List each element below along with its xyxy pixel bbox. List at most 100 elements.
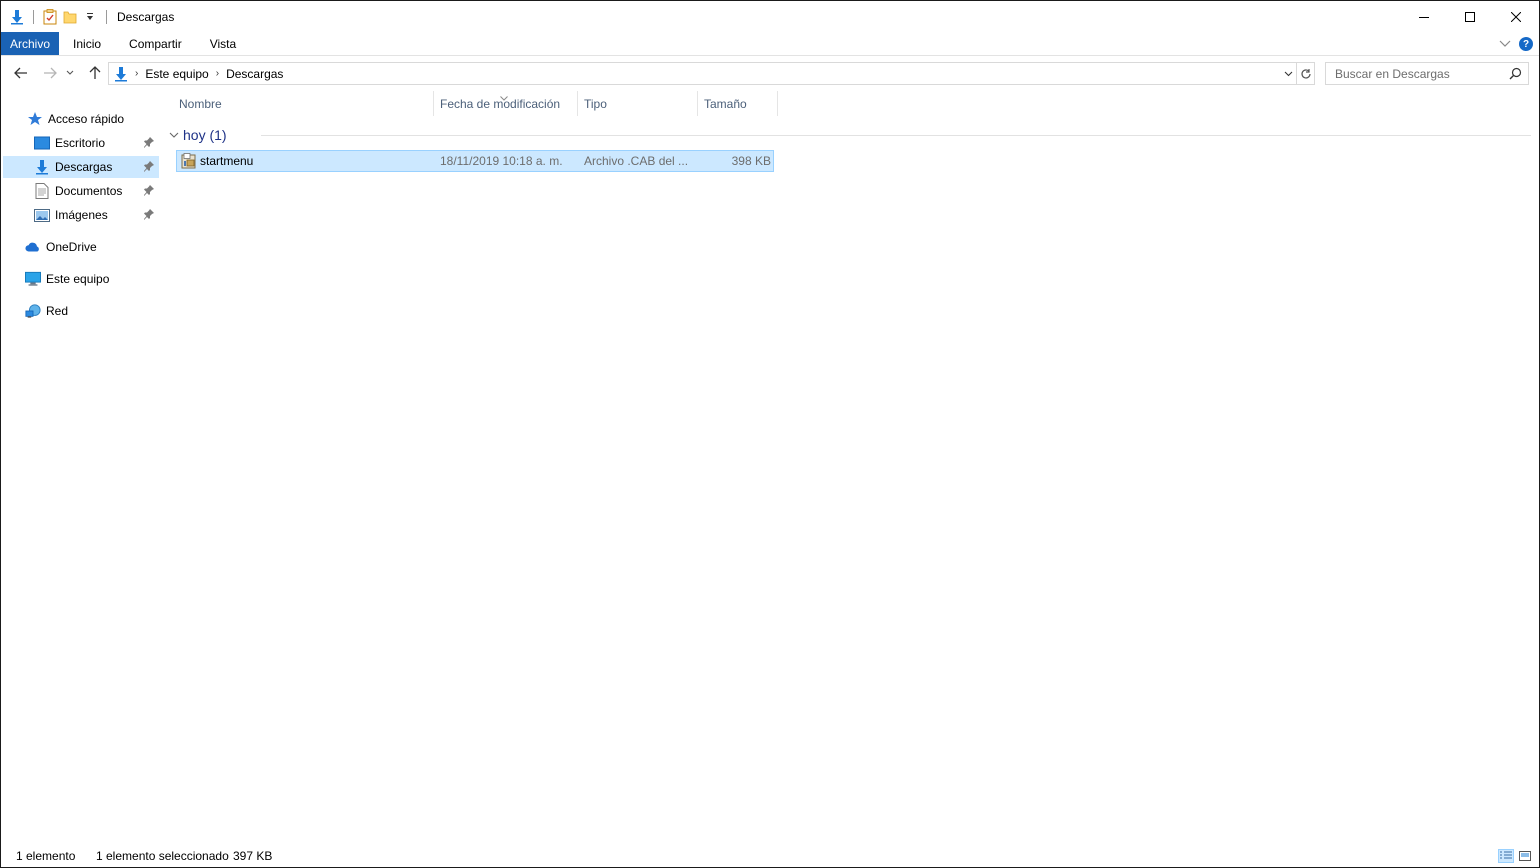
tab-archivo[interactable]: Archivo bbox=[1, 32, 60, 55]
breadcrumb-separator[interactable]: › bbox=[212, 68, 223, 79]
ribbon-right-controls: ? bbox=[1499, 32, 1533, 56]
properties-icon[interactable] bbox=[40, 6, 60, 28]
close-icon bbox=[1511, 11, 1521, 22]
details-view-button[interactable] bbox=[1498, 849, 1514, 863]
maximize-icon bbox=[1465, 11, 1475, 22]
explorer-window: Descargas Archivo Inicio Compartir Vista… bbox=[0, 0, 1540, 868]
quick-access-toolbar: Descargas bbox=[1, 1, 174, 32]
document-icon bbox=[34, 183, 50, 199]
cloud-icon bbox=[25, 239, 41, 255]
window-title: Descargas bbox=[117, 9, 175, 24]
title-bar: Descargas bbox=[1, 1, 1539, 32]
cab-file-icon bbox=[181, 151, 197, 171]
pin-icon[interactable] bbox=[143, 160, 155, 175]
pictures-icon bbox=[34, 207, 50, 223]
download-arrow-icon bbox=[111, 66, 131, 82]
recent-locations-button[interactable] bbox=[62, 61, 78, 85]
refresh-button[interactable] bbox=[1296, 63, 1314, 84]
column-divider[interactable] bbox=[697, 91, 698, 116]
breadcrumb-descargas[interactable]: Descargas bbox=[223, 67, 286, 81]
new-folder-icon[interactable] bbox=[60, 6, 80, 28]
sidebar-item-label: Descargas bbox=[55, 160, 113, 174]
breadcrumb-separator[interactable]: › bbox=[131, 68, 142, 79]
column-header-nombre[interactable]: Nombre bbox=[179, 91, 222, 116]
sidebar-item-imagenes[interactable]: Imágenes bbox=[3, 204, 159, 226]
sidebar-item-acceso-rapido[interactable]: Acceso rápido bbox=[3, 108, 159, 130]
file-list-view: Nombre Fecha de modificación Tipo Tamaño… bbox=[166, 91, 1538, 836]
tab-inicio[interactable]: Inicio bbox=[59, 32, 115, 55]
search-icon[interactable] bbox=[1509, 67, 1522, 83]
large-icons-view-icon bbox=[1519, 851, 1531, 861]
chevron-down-icon bbox=[1284, 71, 1292, 76]
search-box[interactable] bbox=[1325, 62, 1529, 85]
customize-toolbar-chevron-icon[interactable] bbox=[80, 6, 100, 28]
refresh-icon bbox=[1300, 68, 1311, 79]
minimize-icon bbox=[1419, 16, 1429, 18]
navigation-bar: › Este equipo › Descargas bbox=[1, 57, 1539, 89]
toolbar-separator bbox=[106, 9, 107, 24]
sidebar-item-este-equipo[interactable]: Este equipo bbox=[3, 268, 159, 290]
help-icon[interactable]: ? bbox=[1519, 37, 1533, 51]
pin-icon[interactable] bbox=[143, 208, 155, 223]
selection-count: 1 elemento seleccionado bbox=[96, 849, 229, 863]
search-input[interactable] bbox=[1335, 66, 1505, 81]
breadcrumb-este-equipo[interactable]: Este equipo bbox=[142, 67, 211, 81]
address-bar-controls bbox=[1280, 63, 1314, 84]
pin-icon[interactable] bbox=[143, 136, 155, 151]
tab-compartir[interactable]: Compartir bbox=[115, 32, 196, 55]
up-button[interactable] bbox=[83, 61, 107, 85]
arrow-left-icon bbox=[14, 67, 27, 79]
sidebar-item-escritorio[interactable]: Escritorio bbox=[3, 132, 159, 154]
address-bar[interactable]: › Este equipo › Descargas bbox=[108, 62, 1315, 85]
sidebar-item-onedrive[interactable]: OneDrive bbox=[3, 236, 159, 258]
file-name: startmenu bbox=[200, 154, 254, 168]
ribbon-tabs: Archivo Inicio Compartir Vista ? bbox=[1, 32, 1539, 56]
group-divider bbox=[261, 135, 1531, 136]
desktop-icon bbox=[34, 135, 50, 151]
address-dropdown-button[interactable] bbox=[1280, 63, 1296, 84]
toolbar-separator bbox=[33, 9, 34, 24]
close-button[interactable] bbox=[1493, 1, 1539, 32]
item-count: 1 elemento bbox=[16, 849, 76, 863]
chevron-down-icon bbox=[169, 132, 179, 138]
column-divider[interactable] bbox=[433, 91, 434, 116]
group-label: hoy (1) bbox=[183, 127, 227, 143]
pin-icon[interactable] bbox=[143, 184, 155, 199]
download-arrow-icon[interactable] bbox=[7, 6, 27, 28]
sidebar-item-documentos[interactable]: Documentos bbox=[3, 180, 159, 202]
chevron-down-icon bbox=[66, 70, 74, 75]
sidebar-item-label: Documentos bbox=[55, 184, 123, 198]
table-row[interactable]: startmenu 18/11/2019 10:18 a. m. Archivo… bbox=[176, 150, 774, 172]
back-button[interactable] bbox=[9, 61, 33, 85]
sidebar-item-label: OneDrive bbox=[46, 240, 97, 254]
navigation-pane: Acceso rápido Escritorio Descargas Docum… bbox=[1, 91, 161, 836]
details-view-icon bbox=[1500, 851, 1512, 859]
sidebar-item-red[interactable]: Red bbox=[3, 300, 159, 322]
sidebar-item-label: Imágenes bbox=[55, 208, 108, 222]
column-header-fecha[interactable]: Fecha de modificación bbox=[440, 91, 560, 116]
expand-ribbon-button[interactable] bbox=[1499, 37, 1511, 51]
status-bar: 1 elemento 1 elemento seleccionado 397 K… bbox=[1, 844, 1539, 868]
sidebar-item-label: Escritorio bbox=[55, 136, 106, 150]
column-header-tipo[interactable]: Tipo bbox=[584, 91, 607, 116]
download-arrow-icon bbox=[34, 159, 50, 175]
column-divider[interactable] bbox=[777, 91, 778, 116]
forward-button[interactable] bbox=[38, 61, 62, 85]
arrow-up-icon bbox=[89, 66, 101, 79]
large-icons-view-button[interactable] bbox=[1517, 849, 1533, 863]
window-controls bbox=[1401, 1, 1539, 32]
maximize-button[interactable] bbox=[1447, 1, 1493, 32]
column-header-tamano[interactable]: Tamaño bbox=[704, 91, 747, 116]
file-type: Archivo .CAB del ... bbox=[584, 154, 689, 168]
selection-size: 397 KB bbox=[233, 849, 273, 863]
computer-icon bbox=[25, 271, 41, 287]
file-size: 398 KB bbox=[731, 154, 771, 168]
view-switcher bbox=[1498, 849, 1533, 863]
network-icon bbox=[25, 303, 41, 319]
tab-vista[interactable]: Vista bbox=[196, 32, 250, 55]
minimize-button[interactable] bbox=[1401, 1, 1447, 32]
column-divider[interactable] bbox=[577, 91, 578, 116]
sidebar-item-descargas[interactable]: Descargas bbox=[3, 156, 159, 178]
group-header-hoy[interactable]: hoy (1) bbox=[169, 126, 227, 144]
file-modified: 18/11/2019 10:18 a. m. bbox=[440, 154, 563, 168]
